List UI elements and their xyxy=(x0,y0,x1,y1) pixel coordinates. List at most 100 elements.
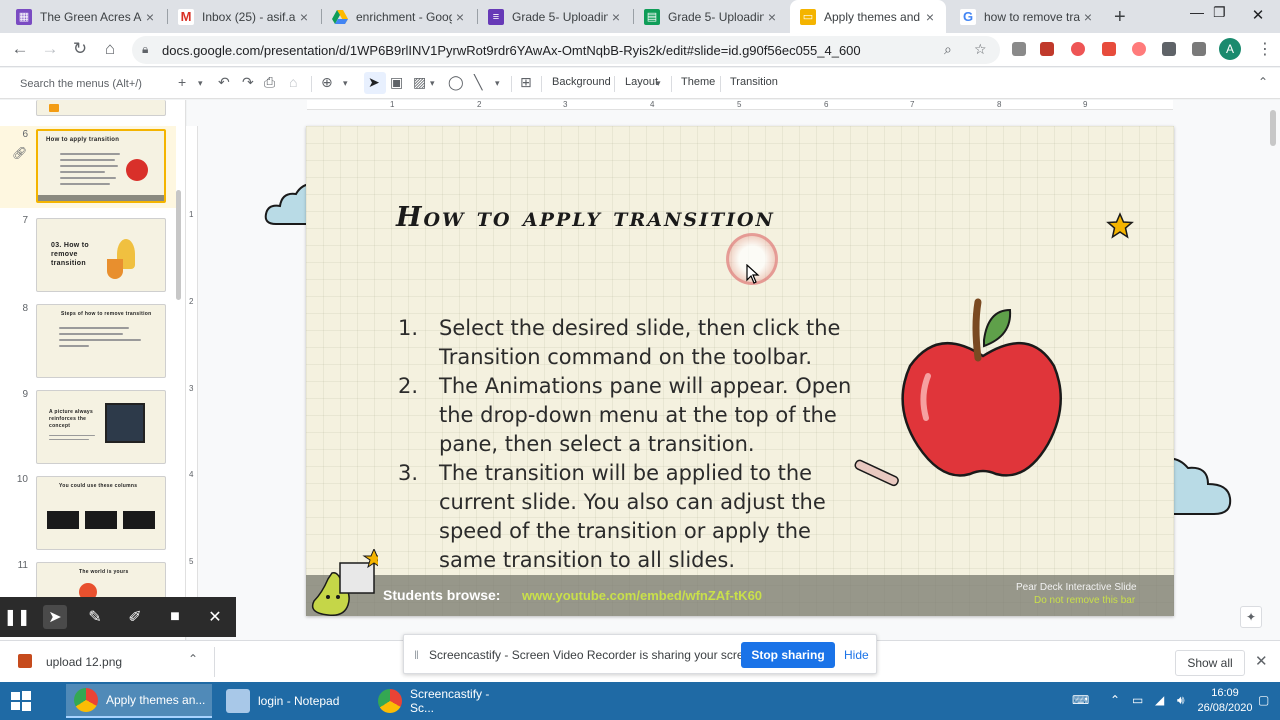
tab-grade5-sheets[interactable]: ▤ Grade 5- Uploading × xyxy=(634,0,788,33)
select-cursor-icon[interactable]: ➤ xyxy=(368,74,380,91)
slide-canvas[interactable]: How to apply transition 1. Select the des… xyxy=(306,126,1174,616)
filmstrip-scrollbar[interactable] xyxy=(176,190,181,300)
puzzle-icon[interactable] xyxy=(1162,42,1176,56)
close-icon[interactable]: × xyxy=(142,9,158,25)
shape-icon[interactable]: ◯ xyxy=(448,74,464,91)
blocker-extension-icon[interactable] xyxy=(1071,42,1085,56)
list-number: 3. xyxy=(398,461,419,485)
zoom-icon[interactable]: ⌕ xyxy=(944,41,952,58)
tab-green-acres[interactable]: ▦ The Green Acres Ac × xyxy=(6,0,166,33)
pause-icon[interactable]: ❚❚ xyxy=(4,605,31,629)
clock-date[interactable]: 26/08/2020 xyxy=(1195,702,1255,714)
drag-handle-icon[interactable]: ‖ xyxy=(414,648,419,662)
omnibox[interactable]: 🔒︎ docs.google.com/presentation/d/1WP6B9… xyxy=(132,36,1000,64)
slide-thumbnail-8[interactable]: Steps of how to remove transition xyxy=(36,304,166,378)
chevron-down-icon[interactable]: ▾ xyxy=(430,78,435,89)
battery-icon[interactable]: ▭ xyxy=(1132,693,1143,707)
slide-thumbnail-partial[interactable] xyxy=(36,100,166,116)
collapse-chevron-icon[interactable]: ⌃ xyxy=(1258,75,1268,89)
chevron-down-icon[interactable]: ▾ xyxy=(198,78,203,89)
close-icon[interactable]: × xyxy=(452,9,468,25)
image-icon[interactable]: ▨ xyxy=(413,74,426,91)
tab-how-to-remove[interactable]: G how to remove tra × xyxy=(950,0,1104,33)
close-icon[interactable]: × xyxy=(296,9,312,25)
explore-icon[interactable]: ✦ xyxy=(1240,606,1262,628)
clock-time[interactable]: 16:09 xyxy=(1195,687,1255,699)
tab-grade5-forms[interactable]: ≡ Grade 5- Uploading × xyxy=(478,0,632,33)
slide-thumbnail-6[interactable]: How to apply transition xyxy=(36,129,166,203)
new-tab-plus-icon[interactable]: + xyxy=(1114,6,1126,29)
taskbar-item-chrome-slides[interactable]: Apply themes an... xyxy=(66,684,212,718)
line-icon[interactable]: ╲ xyxy=(474,74,482,91)
slide-thumbnail-9[interactable]: A picture always reinforces the concept xyxy=(36,390,166,464)
stop-sharing-button[interactable]: Stop sharing xyxy=(741,642,835,668)
keyboard-icon[interactable]: ⌨ xyxy=(1072,693,1089,707)
forward-icon[interactable]: → xyxy=(39,39,61,59)
comment-plus-icon[interactable]: ⊞ xyxy=(520,74,532,91)
cast-icon[interactable] xyxy=(1192,42,1206,56)
menu-search-input[interactable]: Search the menus (Alt+/) xyxy=(20,74,160,94)
extension-icon[interactable] xyxy=(1012,42,1026,56)
slide-title[interactable]: How to apply transition xyxy=(396,202,775,233)
taskbar-item-screencastify[interactable]: Screencastify - Sc... xyxy=(370,684,516,718)
notifications-icon[interactable]: ▢ xyxy=(1258,693,1269,707)
close-icon[interactable]: ✕ xyxy=(203,605,227,629)
screencastify-toolbar: ❚❚ ➤ ✎ ✐ ■ ✕ xyxy=(0,597,236,637)
new-slide-icon[interactable]: + xyxy=(178,74,186,90)
volume-icon[interactable]: 🔊︎ xyxy=(1177,693,1185,708)
calendar-extension-icon[interactable] xyxy=(1040,42,1054,56)
layout-button[interactable]: Layout xyxy=(625,76,658,88)
close-icon[interactable]: ✕ xyxy=(1255,652,1268,670)
browser-menu-icon[interactable]: ⋮ xyxy=(1257,39,1273,59)
pen-icon[interactable]: ✎ xyxy=(83,605,107,629)
restore-icon[interactable]: ❐ xyxy=(1213,4,1226,21)
hide-button[interactable]: Hide xyxy=(844,648,869,662)
window-close-icon[interactable]: ✕ xyxy=(1236,0,1280,30)
slide-thumbnail-7[interactable]: 03. How to remove transition xyxy=(36,218,166,292)
chevron-down-icon[interactable]: ▾ xyxy=(656,78,661,89)
minimize-icon[interactable]: — xyxy=(1190,4,1204,20)
url-text[interactable]: docs.google.com/presentation/d/1WP6B9rlI… xyxy=(162,43,861,58)
record-extension-icon[interactable] xyxy=(1132,42,1146,56)
chevron-up-icon[interactable]: ⌃ xyxy=(188,652,198,666)
close-icon[interactable]: × xyxy=(764,9,780,25)
theme-button[interactable]: Theme xyxy=(681,76,715,88)
print-icon[interactable]: ⎙ xyxy=(264,74,275,91)
download-filename[interactable]: upload 12.png xyxy=(46,655,122,669)
banner-link[interactable]: www.youtube.com/embed/wfnZAf-tK60 xyxy=(522,588,762,603)
background-button[interactable]: Background xyxy=(552,76,611,88)
bookmark-star-icon[interactable]: ☆ xyxy=(974,41,987,58)
highlighter-icon[interactable]: ✐ xyxy=(123,605,147,629)
transition-button[interactable]: Transition xyxy=(730,76,778,88)
screencastify-extension-icon[interactable] xyxy=(1102,42,1116,56)
tab-apply-themes[interactable]: ▭ Apply themes and t × xyxy=(790,0,946,33)
tray-chevron-icon[interactable]: ⌃ xyxy=(1110,693,1120,707)
slide-number: 9 xyxy=(22,389,28,400)
reload-icon[interactable]: ↻ xyxy=(69,39,91,59)
close-icon[interactable]: × xyxy=(1080,9,1096,25)
horizontal-ruler: 1 2 3 4 5 6 7 8 9 xyxy=(307,100,1173,110)
network-icon[interactable]: ◢ xyxy=(1155,693,1164,707)
slide-body-list[interactable]: 1. Select the desired slide, then click t… xyxy=(396,314,856,575)
tab-enrichment[interactable]: enrichment - Goog × xyxy=(322,0,476,33)
redo-icon[interactable]: ↷ xyxy=(242,74,254,91)
close-icon[interactable]: × xyxy=(922,9,938,25)
camera-icon[interactable]: ■ xyxy=(163,605,187,629)
undo-icon[interactable]: ↶ xyxy=(218,74,230,91)
chevron-down-icon[interactable]: ▾ xyxy=(495,78,500,89)
chevron-down-icon[interactable]: ▾ xyxy=(343,78,348,89)
editor-scrollbar[interactable] xyxy=(1270,110,1276,146)
textbox-icon[interactable]: ▣ xyxy=(390,74,403,91)
profile-avatar[interactable]: A xyxy=(1219,38,1241,60)
close-icon[interactable]: × xyxy=(608,9,624,25)
cursor-tool-icon[interactable]: ➤ xyxy=(43,605,67,629)
taskbar-item-notepad[interactable]: login - Notepad xyxy=(218,684,364,718)
paint-format-icon[interactable]: ⌂ xyxy=(289,74,297,90)
show-all-button[interactable]: Show all xyxy=(1175,650,1245,676)
tab-inbox[interactable]: M Inbox (25) - asif.an × xyxy=(168,0,320,33)
zoom-icon[interactable]: ⊕ xyxy=(321,74,333,91)
windows-start-icon[interactable] xyxy=(10,690,32,712)
slide-thumbnail-10[interactable]: You could use these columns xyxy=(36,476,166,550)
back-icon[interactable]: ← xyxy=(9,39,31,59)
home-icon[interactable]: ⌂ xyxy=(99,39,121,59)
